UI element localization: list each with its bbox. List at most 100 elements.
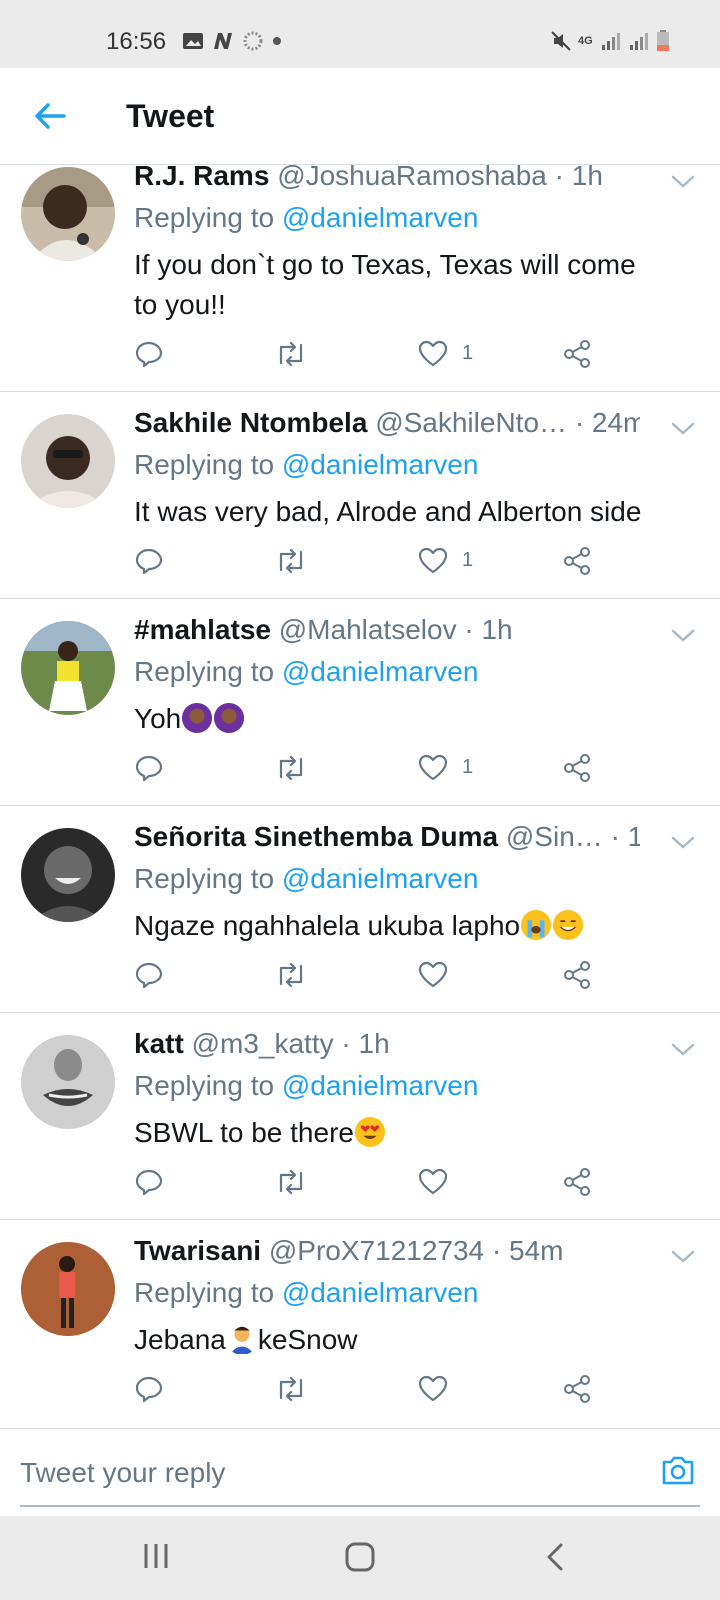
reply-tweet[interactable]: R.J. Rams @JoshuaRamoshaba · 1h Replying… xyxy=(0,165,720,392)
author-name[interactable]: #mahlatse xyxy=(134,614,271,645)
reply-tweet[interactable]: Señorita Sinethemba Duma @Sin… · 1h Repl… xyxy=(0,806,720,1013)
author-handle[interactable]: @Mahlatselov xyxy=(279,614,457,645)
status-bar: 16:56 4G xyxy=(0,0,720,68)
like-button[interactable]: 1 xyxy=(418,339,473,367)
chevron-down-icon[interactable] xyxy=(670,1039,696,1059)
reply-button[interactable] xyxy=(134,960,164,990)
reply-button[interactable] xyxy=(134,753,164,783)
share-icon xyxy=(564,340,590,368)
author-name[interactable]: katt xyxy=(134,1028,184,1059)
reply-button[interactable] xyxy=(134,546,164,576)
facepalm-emoji-icon xyxy=(182,702,213,734)
chevron-down-icon[interactable] xyxy=(670,418,696,438)
recent-apps-icon[interactable] xyxy=(142,1542,170,1570)
author-handle[interactable]: @ProX71212734 xyxy=(269,1235,484,1266)
like-button[interactable] xyxy=(418,1374,462,1402)
like-button[interactable]: 1 xyxy=(418,546,473,574)
author-handle[interactable]: @JoshuaRamoshaba xyxy=(277,165,547,191)
heart-icon xyxy=(418,1375,448,1402)
mention-link[interactable]: @danielmarven xyxy=(282,656,479,687)
mute-icon xyxy=(551,31,571,51)
n-app-icon xyxy=(214,33,232,49)
replying-prefix: Replying to xyxy=(134,863,282,894)
mention-link[interactable]: @danielmarven xyxy=(282,449,479,480)
tweet-text-content: Jebana xyxy=(134,1324,226,1355)
reply-tweet[interactable]: Sakhile Ntombela @SakhileNto… · 24m Repl… xyxy=(0,392,720,599)
share-button[interactable] xyxy=(562,546,592,576)
author-name[interactable]: R.J. Rams xyxy=(134,165,269,191)
tweet-text-line: If you don`t go to Texas, Texas will com… xyxy=(134,249,636,280)
share-button[interactable] xyxy=(562,1167,592,1197)
reply-icon xyxy=(135,548,163,575)
share-button[interactable] xyxy=(562,1374,592,1404)
chevron-down-icon[interactable] xyxy=(670,1246,696,1266)
reply-tweet[interactable]: katt @m3_katty · 1h Replying to @danielm… xyxy=(0,1013,720,1220)
tweet-time: · 1h xyxy=(610,821,640,852)
share-icon xyxy=(564,547,590,575)
reply-tweet[interactable]: Twarisani @ProX71212734 · 54m Replying t… xyxy=(0,1220,720,1427)
tweet-header: Sakhile Ntombela @SakhileNto… · 24m xyxy=(134,406,640,440)
chevron-down-icon[interactable] xyxy=(670,832,696,852)
author-name[interactable]: Twarisani xyxy=(134,1235,261,1266)
system-icons: 4G xyxy=(550,30,670,52)
avatar[interactable] xyxy=(21,1242,115,1336)
retweet-button[interactable] xyxy=(274,1167,308,1197)
status-time: 16:56 xyxy=(106,28,167,55)
heart-icon xyxy=(418,754,448,781)
author-handle[interactable]: @m3_katty xyxy=(192,1028,334,1059)
chevron-down-icon[interactable] xyxy=(670,625,696,645)
retweet-button[interactable] xyxy=(274,339,308,369)
tweet-text-content: Ngaze ngahhalela ukuba lapho xyxy=(134,910,521,941)
replies-feed[interactable]: R.J. Rams @JoshuaRamoshaba · 1h Replying… xyxy=(0,165,720,1427)
person-emoji-icon xyxy=(229,1326,255,1355)
avatar[interactable] xyxy=(21,1035,115,1129)
reply-tweet[interactable]: #mahlatse @Mahlatselov · 1h Replying to … xyxy=(0,599,720,806)
like-button[interactable] xyxy=(418,1167,462,1195)
share-button[interactable] xyxy=(562,960,592,990)
tweet-text: Yoh xyxy=(134,699,680,739)
retweet-button[interactable] xyxy=(274,960,308,990)
heart-eyes-emoji-icon xyxy=(354,1116,386,1148)
reply-icon xyxy=(135,755,163,782)
retweet-icon xyxy=(279,962,303,988)
tweet-actions: 1 xyxy=(134,753,614,787)
retweet-button[interactable] xyxy=(274,1374,308,1404)
heart-icon xyxy=(418,961,448,988)
avatar[interactable] xyxy=(21,828,115,922)
replying-to: Replying to @danielmarven xyxy=(134,1276,478,1310)
reply-button[interactable] xyxy=(134,1167,164,1197)
avatar[interactable] xyxy=(21,414,115,508)
like-button[interactable]: 1 xyxy=(418,753,473,781)
avatar[interactable] xyxy=(21,167,115,261)
reply-input[interactable] xyxy=(20,1451,600,1495)
author-name[interactable]: Sakhile Ntombela xyxy=(134,407,367,438)
mention-link[interactable]: @danielmarven xyxy=(282,863,479,894)
replying-prefix: Replying to xyxy=(134,1070,282,1101)
tweet-text: Jebana keSnow xyxy=(134,1320,680,1360)
tweet-time: · 1h xyxy=(341,1028,390,1059)
reply-button[interactable] xyxy=(134,1374,164,1404)
author-handle[interactable]: @SakhileNto… xyxy=(375,407,567,438)
author-name[interactable]: Señorita Sinethemba Duma xyxy=(134,821,498,852)
reply-button[interactable] xyxy=(134,339,164,369)
mention-link[interactable]: @danielmarven xyxy=(282,202,479,233)
tweet-text-content: Yoh xyxy=(134,703,182,734)
loading-icon xyxy=(243,31,263,51)
camera-icon[interactable] xyxy=(660,1453,696,1487)
back-icon[interactable] xyxy=(544,1542,568,1572)
retweet-button[interactable] xyxy=(274,546,308,576)
author-handle[interactable]: @Sin… xyxy=(506,821,603,852)
home-icon[interactable] xyxy=(344,1542,376,1572)
retweet-icon xyxy=(279,548,303,574)
reply-composer xyxy=(0,1428,720,1517)
retweet-button[interactable] xyxy=(274,753,308,783)
tweet-text: Ngaze ngahhalela ukuba lapho xyxy=(134,906,680,946)
mention-link[interactable]: @danielmarven xyxy=(282,1070,479,1101)
share-button[interactable] xyxy=(562,753,592,783)
avatar[interactable] xyxy=(21,621,115,715)
mention-link[interactable]: @danielmarven xyxy=(282,1277,479,1308)
chevron-down-icon[interactable] xyxy=(670,171,696,191)
back-arrow-icon[interactable] xyxy=(30,98,70,134)
share-button[interactable] xyxy=(562,339,592,369)
like-button[interactable] xyxy=(418,960,462,988)
